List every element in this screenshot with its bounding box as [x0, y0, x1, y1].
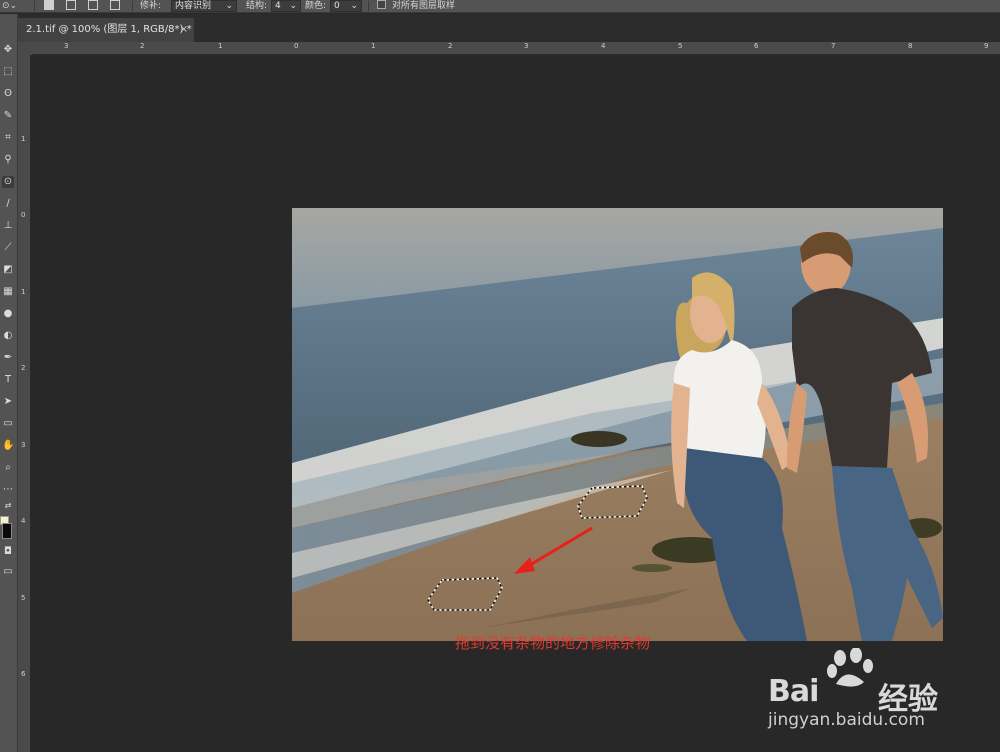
- color-label: 颜色:: [305, 1, 327, 11]
- ruler-tick-label: 1: [21, 288, 26, 296]
- ruler-origin[interactable]: [18, 42, 32, 55]
- ruler-tick-label: 0: [294, 42, 299, 50]
- ruler-tick-label: 6: [21, 670, 26, 678]
- document-tab[interactable]: 2.1.tif @ 100% (图层 1, RGB/8*) * ×: [18, 18, 194, 42]
- separator: [132, 1, 133, 11]
- ruler-tick-label: 4: [21, 517, 26, 525]
- separator: [368, 1, 369, 11]
- watermark-url: jingyan.baidu.com: [768, 710, 925, 730]
- move-tool-icon[interactable]: ✥: [2, 44, 14, 56]
- zoom-tool-icon[interactable]: ⌕: [2, 462, 14, 474]
- ruler-tick-label: 2: [140, 42, 145, 50]
- quick-mask-icon[interactable]: ◘: [2, 546, 14, 558]
- patch-mode-value: 内容识别: [175, 1, 212, 11]
- eyedropper-tool-icon[interactable]: ⚲: [2, 154, 14, 166]
- ruler-tick-label: 4: [601, 42, 606, 50]
- ruler-tick-label: 5: [678, 42, 683, 50]
- instruction-caption: 拖到没有杂物的地方修除杂物: [455, 634, 651, 652]
- brush-tool-icon[interactable]: ∕: [2, 198, 14, 210]
- dodge-tool-icon[interactable]: ◐: [2, 330, 14, 342]
- patch-label: 修补:: [140, 1, 162, 11]
- eraser-tool-icon[interactable]: ◩: [2, 264, 14, 276]
- ruler-tick-label: 8: [908, 42, 913, 50]
- subtract-selection-icon[interactable]: [88, 0, 98, 10]
- tools-panel: ✥ ⬚ ʘ ✎ ⌗ ⚲ ⊙ ∕ ⊥ ⟋ ◩ ▦ ● ◐ ✒ T ➤ ▭ ✋ ⌕ …: [0, 14, 18, 752]
- seaweed: [571, 431, 627, 447]
- lasso-tool-icon[interactable]: ʘ: [2, 88, 14, 100]
- ruler-tick-label: 1: [371, 42, 376, 50]
- background-color-swatch[interactable]: [2, 523, 12, 539]
- crop-tool-icon[interactable]: ⌗: [2, 132, 14, 144]
- new-selection-icon[interactable]: [44, 0, 54, 10]
- options-bar: ⊙⌄ 修补: 内容识别 ⌄ 结构: 4 ⌄ 颜色: 0 ⌄ 对所有图层取样: [0, 0, 1000, 13]
- ruler-tick-label: 5: [21, 594, 26, 602]
- ruler-tick-label: 2: [21, 364, 26, 372]
- screen-mode-icon[interactable]: ▭: [2, 566, 14, 578]
- color-field[interactable]: 0 ⌄: [330, 0, 362, 12]
- structure-label: 结构:: [246, 1, 268, 11]
- patch-tool-icon[interactable]: ⊙⌄: [2, 0, 17, 12]
- chevron-down-icon: ⌄: [289, 1, 297, 11]
- ruler-tick-label: 3: [524, 42, 529, 50]
- patch-mode-select[interactable]: 内容识别 ⌄: [171, 0, 237, 12]
- ruler-tick-label: 1: [218, 42, 223, 50]
- ruler-tick-label: 6: [754, 42, 759, 50]
- ruler-tick-label: 2: [448, 42, 453, 50]
- swap-colors-icon[interactable]: ⇄: [2, 500, 14, 512]
- more-tools-icon[interactable]: ⋯: [2, 484, 14, 496]
- sample-all-layers-checkbox[interactable]: [377, 0, 386, 9]
- hand-tool-icon[interactable]: ✋: [2, 440, 14, 452]
- patch-tool-icon[interactable]: ⊙: [2, 176, 14, 188]
- history-brush-tool-icon[interactable]: ⟋: [2, 242, 14, 254]
- structure-value: 4: [275, 1, 281, 11]
- sample-all-layers-label: 对所有图层取样: [392, 1, 456, 11]
- close-icon[interactable]: ×: [180, 18, 188, 42]
- ruler-tick-label: 0: [21, 211, 26, 219]
- baidu-watermark: Bai 经验 jingyan.baidu.com: [768, 648, 968, 738]
- separator: [34, 1, 35, 11]
- clone-stamp-tool-icon[interactable]: ⊥: [2, 220, 14, 232]
- color-value: 0: [334, 1, 340, 11]
- vertical-ruler[interactable]: 1 0 1 2 3 4 5 6: [18, 55, 31, 752]
- ruler-tick-label: 7: [831, 42, 836, 50]
- gradient-tool-icon[interactable]: ▦: [2, 286, 14, 298]
- chevron-down-icon: ⌄: [350, 1, 358, 11]
- ruler-tick-label: 3: [64, 42, 69, 50]
- horizontal-ruler[interactable]: 3 2 1 0 1 2 3 4 5 6 7 8 9: [32, 42, 1000, 55]
- paw-icon: [827, 648, 873, 687]
- marquee-tool-icon[interactable]: ⬚: [2, 66, 14, 78]
- intersect-selection-icon[interactable]: [110, 0, 120, 10]
- ruler-tick-label: 9: [984, 42, 989, 50]
- path-selection-tool-icon[interactable]: ➤: [2, 396, 14, 408]
- shape-tool-icon[interactable]: ▭: [2, 418, 14, 430]
- structure-field[interactable]: 4 ⌄: [271, 0, 301, 12]
- ruler-tick-label: 1: [21, 135, 26, 143]
- document-tab-title: 2.1.tif @ 100% (图层 1, RGB/8*) *: [26, 24, 192, 35]
- type-tool-icon[interactable]: T: [2, 374, 14, 386]
- ruler-tick-label: 3: [21, 441, 26, 449]
- pen-tool-icon[interactable]: ✒: [2, 352, 14, 364]
- seaweed: [632, 564, 672, 572]
- add-selection-icon[interactable]: [66, 0, 76, 10]
- beach-photo[interactable]: [292, 208, 943, 641]
- watermark-brand: Bai: [768, 674, 819, 709]
- blur-tool-icon[interactable]: ●: [2, 308, 14, 320]
- chevron-down-icon: ⌄: [225, 1, 233, 11]
- quick-selection-tool-icon[interactable]: ✎: [2, 110, 14, 122]
- document-tab-bar: 2.1.tif @ 100% (图层 1, RGB/8*) * ×: [18, 14, 1000, 42]
